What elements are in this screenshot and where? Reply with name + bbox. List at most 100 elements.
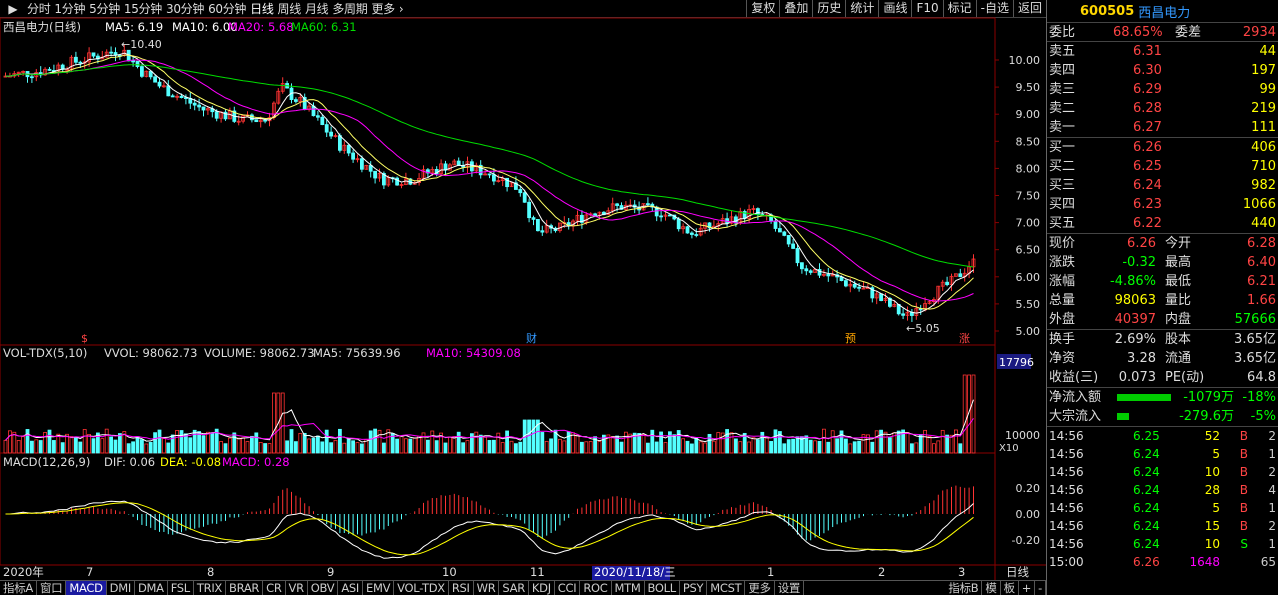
indicator-tab[interactable]: EMV — [363, 581, 395, 595]
price-axis-label: 9.50 — [1016, 81, 1041, 94]
price-axis-label: 8.50 — [1016, 135, 1041, 148]
indicator-tab[interactable]: 设置 — [775, 581, 805, 595]
event-marker[interactable]: $ — [81, 332, 88, 345]
indicator-tab[interactable]: SAR — [499, 581, 529, 595]
indicator-tab[interactable]: DMI — [107, 581, 135, 595]
indicator-tab[interactable]: PSY — [680, 581, 708, 595]
volume-bar — [456, 431, 461, 454]
indicator-b-tab[interactable]: 板 — [1001, 581, 1019, 595]
volume-bar — [923, 429, 927, 454]
volume-bar — [681, 438, 685, 454]
volume-bar — [685, 440, 690, 454]
indicator-tab[interactable]: 窗口 — [37, 581, 67, 595]
macd-axis-label: 0.20 — [1016, 482, 1041, 495]
level-price: 6.23 — [1133, 197, 1162, 212]
indicator-tab[interactable]: TRIX — [194, 581, 227, 595]
fund-label: 股本 — [1165, 332, 1192, 347]
candle-body — [773, 220, 778, 229]
indicator-tab[interactable]: OBV — [308, 581, 339, 595]
volume-bar — [377, 429, 382, 454]
volume-bar — [518, 441, 523, 454]
volume-ma5-line — [5, 399, 974, 443]
volume-bar — [153, 432, 158, 454]
level-volume: 710 — [1251, 159, 1276, 174]
indicator-tab[interactable]: RSI — [449, 581, 474, 595]
ma-legend: MA60: 6.31 — [291, 20, 357, 34]
event-marker[interactable]: 预 — [845, 332, 856, 345]
indicator-tab[interactable]: MACD — [66, 581, 107, 595]
indicator-tab[interactable]: CCI — [555, 581, 581, 595]
volume-bar — [236, 437, 241, 454]
candle-body — [197, 104, 202, 108]
macd-value: MACD: 0.28 — [222, 455, 290, 469]
tick-row: 14:56 6.24 5 B 1 — [1047, 499, 1278, 517]
volume-bar — [315, 435, 320, 454]
order-level: 买一 6.26 406 — [1047, 138, 1278, 157]
volume-bar — [219, 441, 224, 454]
indicator-tab[interactable]: KDJ — [529, 581, 555, 595]
candle-body — [646, 203, 650, 206]
order-level: 买三 6.24 982 — [1047, 176, 1278, 195]
indicator-b-tab[interactable]: 模 — [982, 581, 1001, 595]
indicator-tab[interactable]: DMA — [135, 581, 168, 595]
indicator-tab[interactable]: MTM — [612, 581, 645, 595]
indicator-tab[interactable]: BOLL — [645, 581, 680, 595]
tick-row: 14:56 6.24 15 B 2 — [1047, 517, 1278, 535]
indicator-tab[interactable]: 更多 — [745, 581, 775, 595]
volume-bar — [540, 432, 545, 454]
indicator-b-tab[interactable]: 指标B — [945, 581, 983, 595]
tick-list[interactable]: 14:56 6.25 52 B 2 14:56 6.24 5 B 1 14:56 6.24 10 B 2 14… — [1047, 426, 1278, 571]
indicator-tab[interactable]: MCST — [707, 581, 746, 595]
level-price: 6.24 — [1133, 178, 1162, 193]
candle-body — [540, 230, 545, 233]
flow-percent: -18% — [1242, 390, 1276, 405]
indicator-tab[interactable]: WR — [474, 581, 500, 595]
level-price: 6.31 — [1133, 44, 1162, 59]
volume-bar — [514, 443, 518, 454]
volume-bar — [82, 429, 87, 454]
volume-bar — [914, 442, 919, 454]
volume-bar — [496, 432, 501, 454]
indicator-tab[interactable]: VOL-TDX — [394, 581, 449, 595]
stat-label: 内盘 — [1165, 312, 1192, 327]
candle-body — [808, 270, 813, 273]
indicator-b-tab[interactable]: - — [1035, 581, 1046, 595]
indicator-tab[interactable]: ROC — [580, 581, 612, 595]
candle-body — [337, 135, 342, 151]
candle-body — [157, 81, 162, 87]
event-marker[interactable]: 财 — [526, 331, 537, 345]
stat-label: 总量 — [1049, 293, 1076, 308]
indicator-b-tab[interactable]: + — [1019, 581, 1036, 595]
max-price-label: ←10.40 — [121, 38, 162, 51]
indicator-tab[interactable]: VR — [286, 581, 308, 595]
event-marker[interactable]: 涨 — [959, 332, 970, 345]
indicator-tab[interactable]: FSL — [168, 581, 194, 595]
volume-bar — [773, 429, 778, 454]
candle-body — [668, 214, 672, 217]
level-volume: 219 — [1251, 101, 1276, 116]
candle-body — [536, 219, 540, 232]
volume-bar — [293, 441, 298, 454]
fund-label: PE(动) — [1165, 370, 1205, 385]
indicator-tab[interactable]: ASI — [338, 581, 364, 595]
indicator-tab[interactable]: BRAR — [226, 581, 264, 595]
volume-bar — [271, 392, 276, 454]
indicator-tab[interactable]: 指标A — [0, 581, 37, 595]
volume-bar — [698, 441, 703, 454]
order-level: 卖二 6.28 219 — [1047, 99, 1278, 118]
volume-bar — [205, 431, 210, 454]
candle-body — [263, 119, 268, 122]
volume-bar — [791, 438, 795, 454]
price-axis-label: 7.00 — [1016, 217, 1041, 230]
period-label: 日线 — [1006, 565, 1029, 579]
volume-bar — [258, 442, 263, 454]
volume-bar — [870, 441, 875, 454]
volume-bar — [465, 440, 470, 454]
volume-bar — [7, 430, 12, 454]
tick-row: 14:56 6.24 5 B 1 — [1047, 445, 1278, 463]
kline-chart[interactable]: 10.009.509.008.508.007.507.006.506.005.5… — [0, 0, 1046, 580]
volume-bar — [131, 441, 136, 454]
volume-bar — [830, 430, 835, 454]
tick-row: 14:56 6.25 52 B 2 — [1047, 427, 1278, 445]
indicator-tab[interactable]: CR — [263, 581, 286, 595]
